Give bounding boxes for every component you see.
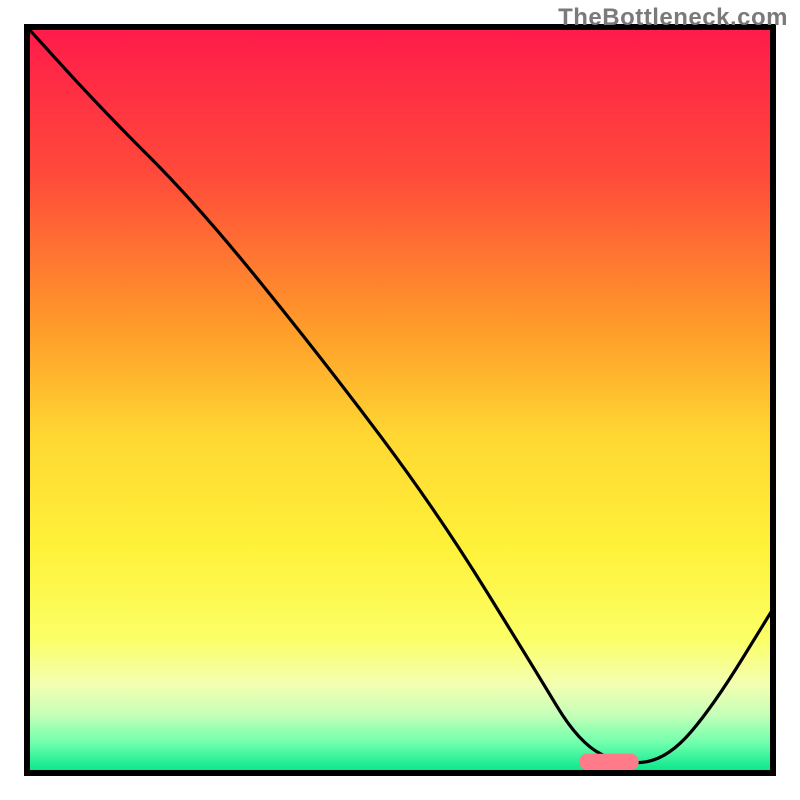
optimal-zone-marker bbox=[579, 754, 639, 770]
chart-container: TheBottleneck.com bbox=[0, 0, 800, 800]
plot-background bbox=[27, 27, 773, 773]
watermark-text: TheBottleneck.com bbox=[558, 4, 788, 32]
chart-svg bbox=[0, 0, 800, 800]
